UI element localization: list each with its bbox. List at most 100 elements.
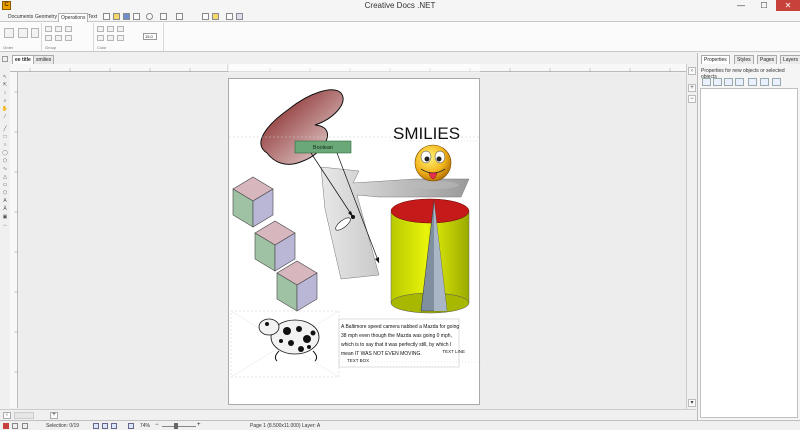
- minimize-button[interactable]: —: [730, 0, 752, 11]
- color-alpha-icon[interactable]: [107, 35, 114, 41]
- edit-tool-icon[interactable]: ↕: [1, 90, 9, 97]
- regular-tool-icon[interactable]: △: [1, 174, 9, 181]
- text-line-tool-icon[interactable]: A: [1, 198, 9, 205]
- color-invert-icon[interactable]: [97, 35, 104, 41]
- polygon-tool-icon[interactable]: ⬠: [1, 158, 9, 165]
- mirror-icon[interactable]: [724, 78, 733, 86]
- order-more-icon[interactable]: [31, 28, 39, 38]
- grid-toggle-icon[interactable]: [12, 423, 18, 429]
- save-icon[interactable]: [123, 13, 130, 20]
- add-page-icon[interactable]: +: [50, 412, 58, 419]
- scroll-down-icon[interactable]: ▾: [688, 399, 696, 407]
- maximize-button[interactable]: ☐: [753, 0, 775, 11]
- merge-icon[interactable]: [65, 26, 72, 32]
- paste-style-icon[interactable]: [735, 78, 744, 86]
- rectangle-tool-icon[interactable]: □: [1, 134, 9, 141]
- zoom-default-icon[interactable]: [111, 423, 117, 429]
- delete-icon[interactable]: [176, 13, 183, 20]
- snap-toggle-icon[interactable]: [22, 423, 28, 429]
- zoom-page-icon[interactable]: [93, 423, 99, 429]
- bring-front-icon[interactable]: [4, 28, 14, 38]
- color-gray-icon[interactable]: [117, 26, 124, 32]
- doc-tab-ee-title[interactable]: ee title: [12, 55, 34, 64]
- surface-tool-icon[interactable]: ▭: [1, 182, 9, 189]
- list-view-icon[interactable]: [760, 78, 769, 86]
- line-tool-icon[interactable]: ╱: [1, 126, 9, 133]
- smilies-heading: SMILIES: [393, 124, 460, 143]
- ellipse-tool-icon[interactable]: ◯: [1, 150, 9, 157]
- horizontal-ruler[interactable]: [10, 64, 686, 72]
- grid-view-icon[interactable]: [748, 78, 757, 86]
- color-lighten-icon[interactable]: [97, 26, 104, 32]
- scroll-thumb[interactable]: [14, 412, 34, 419]
- image-tool-icon[interactable]: ▣: [1, 214, 9, 221]
- zoom-minus-icon[interactable]: −: [155, 422, 161, 429]
- zoom-tool-icon[interactable]: ⌕: [1, 98, 9, 105]
- properties-list[interactable]: [700, 88, 798, 418]
- tab-layers[interactable]: Layers: [780, 55, 800, 64]
- tab-pages[interactable]: Pages: [757, 55, 778, 64]
- horizontal-scrollbar[interactable]: ‹ +: [0, 409, 696, 420]
- zoom-slider[interactable]: [162, 426, 196, 427]
- text-line-label: TEXT LINE: [442, 349, 465, 354]
- zoom-out-icon[interactable]: −: [688, 95, 696, 103]
- global-select-icon[interactable]: ⇱: [1, 82, 9, 89]
- tab-properties[interactable]: Properties: [701, 55, 730, 64]
- link-icon[interactable]: [713, 78, 722, 86]
- tab-operations[interactable]: Operations: [58, 13, 89, 22]
- dimension-tool-icon[interactable]: ↔: [1, 222, 9, 229]
- select-tool-icon[interactable]: ↖: [1, 74, 9, 81]
- redo-icon[interactable]: [160, 13, 167, 20]
- zoom-fit-icon[interactable]: [128, 423, 134, 429]
- collapse-icon[interactable]: ‹: [688, 67, 696, 75]
- scroll-left-icon[interactable]: ‹: [3, 412, 11, 419]
- ungroup-icon[interactable]: [55, 26, 62, 32]
- paste-icon[interactable]: [212, 13, 219, 20]
- undo-icon[interactable]: [146, 13, 153, 20]
- group-label-group: Group: [45, 45, 57, 50]
- grid-icon[interactable]: [226, 13, 233, 20]
- picker-tool-icon[interactable]: ⁄: [1, 114, 9, 121]
- group-icon[interactable]: [45, 26, 52, 32]
- style-icon[interactable]: [702, 78, 711, 86]
- tab-styles[interactable]: Styles: [734, 55, 754, 64]
- open-folder-icon[interactable]: [113, 13, 120, 20]
- zoom-slider-thumb[interactable]: [174, 423, 178, 429]
- print-icon[interactable]: [133, 13, 140, 20]
- close-button[interactable]: ✕: [776, 0, 800, 11]
- text-box-tool-icon[interactable]: Ā: [1, 206, 9, 213]
- tab-menu-icon[interactable]: [2, 56, 8, 62]
- settings-icon[interactable]: [236, 13, 243, 20]
- copy-icon[interactable]: [202, 13, 209, 20]
- vertical-ruler[interactable]: [10, 72, 18, 408]
- selection-status: Selection: 0/19: [46, 423, 80, 429]
- new-document-icon[interactable]: [103, 13, 110, 20]
- volume-tool-icon[interactable]: ⬡: [1, 190, 9, 197]
- vertical-scrollbar[interactable]: ‹ + − ▾: [686, 64, 696, 409]
- stop-icon[interactable]: [3, 423, 9, 429]
- outside-icon[interactable]: [65, 35, 72, 41]
- hand-tool-icon[interactable]: ✋: [1, 106, 9, 113]
- color-reset-icon[interactable]: [117, 35, 124, 41]
- order-group: Order: [0, 23, 42, 51]
- tab-text[interactable]: Text: [86, 13, 99, 22]
- circle-tool-icon[interactable]: ○: [1, 142, 9, 149]
- group-group: Group: [42, 23, 94, 51]
- zoom-in-icon[interactable]: +: [688, 84, 696, 92]
- color-darken-icon[interactable]: [107, 26, 114, 32]
- doc-tab-smilies[interactable]: smilies: [33, 55, 55, 64]
- send-back-icon[interactable]: [18, 28, 28, 38]
- document-page[interactable]: SMILIES Boolean A Baltimore speed camera…: [228, 78, 481, 405]
- zoom-level: 74%: [140, 423, 151, 429]
- window-title: Creative Docs .NET: [364, 1, 436, 10]
- zoom-width-icon[interactable]: [102, 423, 108, 429]
- extract-icon[interactable]: [45, 35, 52, 41]
- zoom-plus-icon[interactable]: +: [197, 422, 203, 428]
- bezier-tool-icon[interactable]: ∿: [1, 166, 9, 173]
- inside-icon[interactable]: [55, 35, 62, 41]
- tools-toolbar: ↖ ⇱ ↕ ⌕ ✋ ⁄ ╱ □ ○ ◯ ⬠ ∿ △ ▭ ⬡ A Ā ▣ ↔: [0, 64, 10, 409]
- tab-documents[interactable]: Documents: [6, 13, 35, 22]
- print-view-icon[interactable]: [772, 78, 781, 86]
- tab-geometry[interactable]: Geometry: [33, 13, 59, 22]
- step-value-field[interactable]: 15.0: [143, 33, 157, 40]
